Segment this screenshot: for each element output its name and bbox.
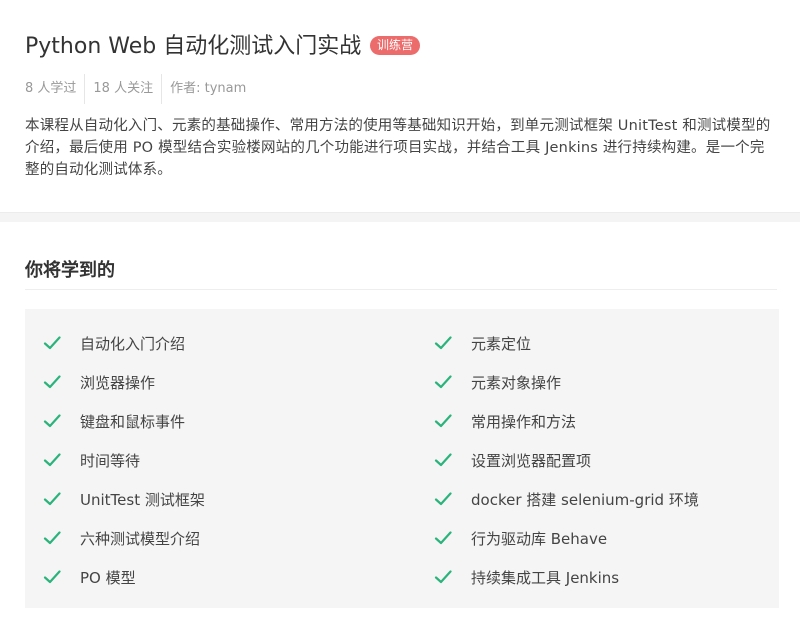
learn-item-label: 行为驱动库 Behave <box>471 529 608 548</box>
check-icon <box>43 412 61 430</box>
check-icon <box>43 334 61 352</box>
learn-item: 时间等待 <box>43 448 140 472</box>
learn-item: PO 模型 <box>43 565 136 589</box>
learn-item-label: PO 模型 <box>80 568 136 587</box>
learn-item: 设置浏览器配置项 <box>434 448 591 472</box>
learn-item: 常用操作和方法 <box>434 409 576 433</box>
learn-section-title: 你将学到的 <box>25 260 115 281</box>
learn-item-label: UnitTest 测试框架 <box>80 490 205 509</box>
learn-item-label: 设置浏览器配置项 <box>471 451 592 470</box>
learn-item: 键盘和鼠标事件 <box>43 409 185 433</box>
check-icon <box>434 490 452 508</box>
learn-item-label: 元素定位 <box>471 334 532 353</box>
learn-item: 元素对象操作 <box>434 370 561 394</box>
check-icon <box>434 373 452 391</box>
check-icon <box>43 568 61 586</box>
section-separator <box>0 212 800 222</box>
learn-item-label: 持续集成工具 Jenkins <box>471 568 620 587</box>
check-icon <box>434 412 452 430</box>
learn-item: docker 搭建 selenium-grid 环境 <box>434 487 699 511</box>
learn-item-label: 常用操作和方法 <box>471 412 577 431</box>
learn-item: 自动化入门介绍 <box>43 331 185 355</box>
check-icon <box>43 451 61 469</box>
check-icon <box>434 529 452 547</box>
check-icon <box>434 334 452 352</box>
author-link[interactable]: 作者: tynam <box>161 74 254 104</box>
learn-item-label: 六种测试模型介绍 <box>80 529 201 548</box>
check-icon <box>434 568 452 586</box>
learn-item: 行为驱动库 Behave <box>434 526 607 550</box>
learn-item-label: docker 搭建 selenium-grid 环境 <box>471 490 699 509</box>
check-icon <box>43 529 61 547</box>
check-icon <box>43 373 61 391</box>
course-title: Python Web 自动化测试入门实战 <box>25 34 362 59</box>
learn-item: 持续集成工具 Jenkins <box>434 565 619 589</box>
learn-item: 元素定位 <box>434 331 531 355</box>
learn-item-label: 键盘和鼠标事件 <box>80 412 186 431</box>
learn-item-label: 元素对象操作 <box>471 373 562 392</box>
learn-item-label: 时间等待 <box>80 451 141 470</box>
course-header: Python Web 自动化测试入门实战 训练营 8 人学过 18 人关注 作者… <box>0 0 800 212</box>
title-divider <box>25 289 777 290</box>
learners-count: 8 人学过 <box>25 81 77 96</box>
followers-count: 18 人关注 <box>84 74 161 104</box>
check-icon <box>434 451 452 469</box>
camp-badge[interactable]: 训练营 <box>370 36 421 55</box>
learn-item: 浏览器操作 <box>43 370 155 394</box>
course-meta: 8 人学过 18 人关注 作者: tynam <box>25 74 254 104</box>
check-icon <box>43 490 61 508</box>
learn-item-label: 浏览器操作 <box>80 373 156 392</box>
learn-item: 六种测试模型介绍 <box>43 526 200 550</box>
course-description: 本课程从自动化入门、元素的基础操作、常用方法的使用等基础知识开始，到单元测试框架… <box>25 118 771 178</box>
learn-item: UnitTest 测试框架 <box>43 487 205 511</box>
learn-item-label: 自动化入门介绍 <box>80 334 186 353</box>
